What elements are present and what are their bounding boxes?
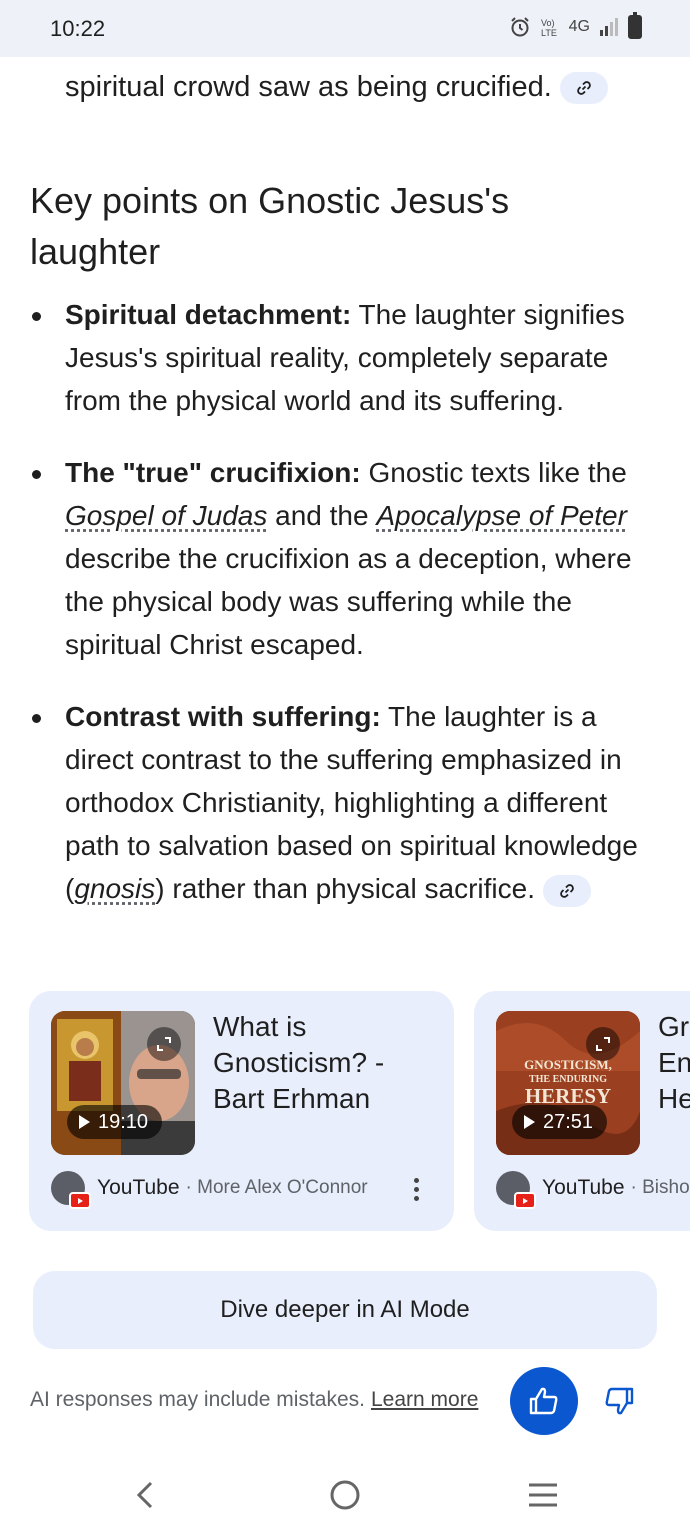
thumbs-down-icon bbox=[605, 1387, 634, 1415]
point-term: Contrast with suffering: bbox=[65, 701, 381, 732]
video-duration: 27:51 bbox=[512, 1105, 608, 1139]
status-bar: 10:22 Vo) LTE 4G bbox=[0, 0, 690, 57]
point-term: Spiritual detachment: bbox=[65, 299, 352, 330]
list-item: Contrast with suffering: The laughter is… bbox=[0, 695, 690, 910]
channel-avatar bbox=[496, 1171, 536, 1209]
source-link-chip[interactable] bbox=[542, 874, 591, 907]
gnosis-reference[interactable]: gnosis bbox=[74, 873, 155, 904]
play-icon bbox=[524, 1115, 535, 1129]
video-duration: 19:10 bbox=[67, 1105, 163, 1139]
gospel-of-judas-reference[interactable]: Gospel of Judas bbox=[65, 500, 267, 531]
video-source: YouTube · Bisho bbox=[496, 1171, 690, 1209]
channel-name: · Bisho bbox=[630, 1177, 690, 1198]
channel-avatar bbox=[51, 1171, 91, 1209]
network-label: 4G bbox=[568, 18, 590, 35]
battery-icon bbox=[628, 12, 642, 39]
video-thumbnail[interactable]: GNOSTICISM, THE ENDURING HERESY 27:51 bbox=[496, 1011, 640, 1155]
expand-icon[interactable] bbox=[586, 1027, 620, 1061]
previous-paragraph-end: spiritual crowd saw as being crucified. bbox=[65, 71, 608, 105]
video-source: YouTube · More Alex O'Connor bbox=[51, 1171, 368, 1209]
video-thumbnail[interactable]: 19:10 bbox=[51, 1011, 195, 1155]
apocalypse-of-peter-reference[interactable]: Apocalypse of Peter bbox=[376, 500, 627, 531]
more-options-icon[interactable] bbox=[414, 1178, 420, 1201]
source-link-chip[interactable] bbox=[559, 72, 608, 105]
video-card[interactable]: GNOSTICISM, THE ENDURING HERESY 27:51 Gr… bbox=[474, 991, 690, 1231]
learn-more-link[interactable]: Learn more bbox=[371, 1388, 478, 1411]
section-heading: Key points on Gnostic Jesus's laughter bbox=[30, 180, 510, 272]
youtube-icon bbox=[69, 1192, 91, 1209]
thumbs-down-button[interactable] bbox=[598, 1380, 640, 1422]
recents-menu-icon[interactable] bbox=[523, 1475, 563, 1515]
source-name: YouTube bbox=[97, 1176, 180, 1199]
link-icon bbox=[559, 883, 574, 898]
play-icon bbox=[79, 1115, 90, 1129]
back-icon[interactable] bbox=[126, 1475, 166, 1515]
status-icons: Vo) LTE 4G bbox=[509, 12, 642, 39]
svg-text:Vo): Vo) bbox=[541, 18, 555, 28]
video-title[interactable]: Gr En He bbox=[658, 1009, 690, 1117]
video-card[interactable]: 19:10 What is Gnosticism? - Bart Erhman … bbox=[29, 991, 454, 1231]
key-points-list: Spiritual detachment: The laughter signi… bbox=[0, 293, 690, 910]
svg-text:LTE: LTE bbox=[541, 28, 557, 38]
thumbs-up-button[interactable] bbox=[510, 1367, 578, 1435]
video-title[interactable]: What is Gnosticism? - Bart Erhman bbox=[213, 1009, 423, 1117]
system-nav-bar bbox=[0, 1455, 690, 1533]
volte-icon: Vo) LTE bbox=[539, 16, 561, 38]
home-icon[interactable] bbox=[325, 1475, 365, 1515]
ai-disclaimer: AI responses may include mistakes. Learn … bbox=[30, 1388, 479, 1411]
alarm-icon bbox=[509, 16, 531, 38]
list-item: The "true" crucifixion: Gnostic texts li… bbox=[0, 451, 690, 666]
signal-icon bbox=[598, 16, 620, 38]
status-time: 10:22 bbox=[50, 16, 106, 41]
point-term: The "true" crucifixion: bbox=[65, 457, 361, 488]
list-item: Spiritual detachment: The laughter signi… bbox=[0, 293, 690, 422]
expand-icon[interactable] bbox=[147, 1027, 181, 1061]
youtube-icon bbox=[514, 1192, 536, 1209]
link-icon bbox=[577, 81, 591, 96]
thumbs-up-icon bbox=[529, 1387, 558, 1415]
dive-deeper-button[interactable]: Dive deeper in AI Mode bbox=[33, 1271, 657, 1349]
source-name: YouTube bbox=[542, 1176, 625, 1199]
channel-name: · More Alex O'Connor bbox=[185, 1177, 368, 1198]
